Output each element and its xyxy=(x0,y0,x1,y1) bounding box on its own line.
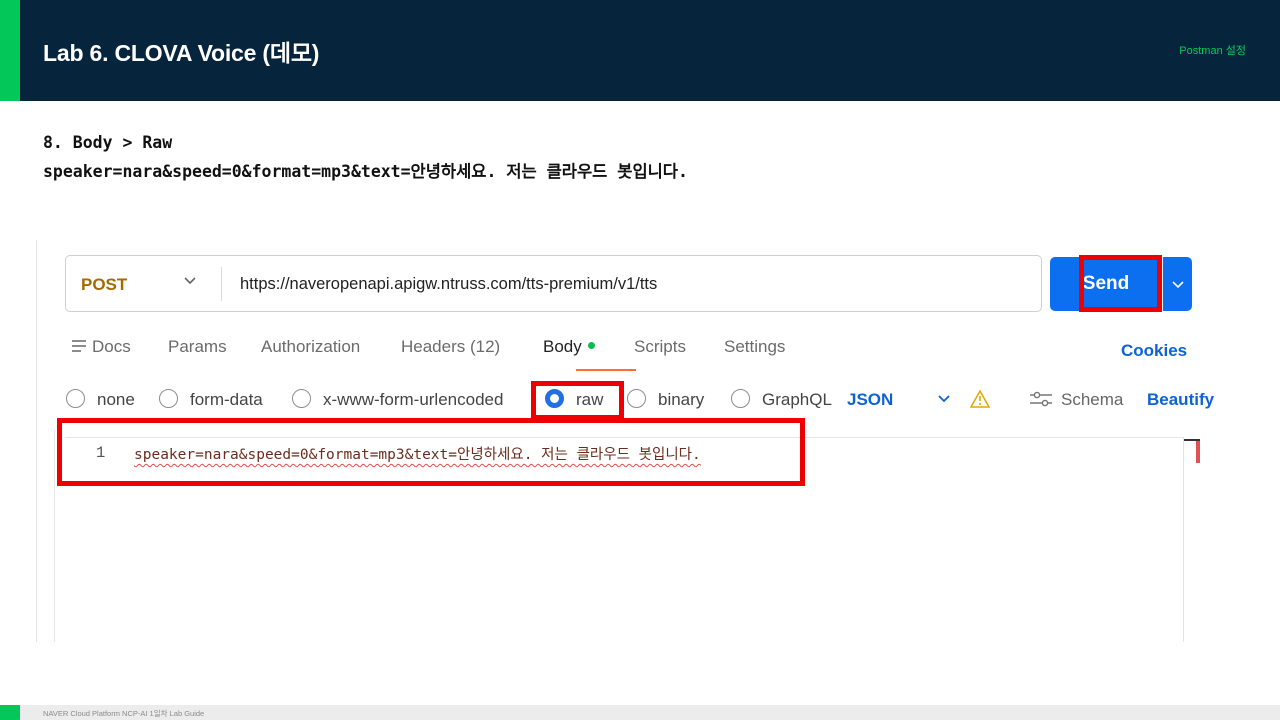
raw-format-select[interactable]: JSON xyxy=(847,390,893,410)
radio-binary-label: binary xyxy=(658,390,705,409)
scrollbar-thumb[interactable] xyxy=(1196,441,1200,463)
footer-text: NAVER Cloud Platform NCP-AI 1일차 Lab Guid… xyxy=(43,709,205,718)
schema-icon xyxy=(1030,391,1052,407)
chevron-down-icon[interactable] xyxy=(937,391,951,405)
body-mode-selector: none form-data x-www-form-urlencoded raw… xyxy=(65,387,1225,411)
tab-authorization[interactable]: Authorization xyxy=(261,337,360,357)
send-options-button[interactable] xyxy=(1163,257,1192,311)
instruction-body-text: speaker=nara&speed=0&format=mp3&text=안녕하… xyxy=(43,162,688,181)
radio-graphql[interactable] xyxy=(731,389,750,408)
beautify-button[interactable]: Beautify xyxy=(1147,390,1214,410)
chevron-down-icon xyxy=(1171,281,1184,289)
tab-headers[interactable]: Headers (12) xyxy=(401,337,500,357)
radio-none[interactable] xyxy=(66,389,85,408)
header-accent-bar xyxy=(0,0,20,101)
tab-docs[interactable]: Docs xyxy=(71,337,131,357)
request-url-bar: POST https://naveropenapi.apigw.ntruss.c… xyxy=(65,255,1042,312)
tab-settings[interactable]: Settings xyxy=(724,337,785,357)
chevron-down-icon[interactable] xyxy=(184,273,196,287)
active-tab-underline xyxy=(576,369,636,371)
body-active-dot xyxy=(587,342,595,350)
slide-title: Lab 6. CLOVA Voice (데모) xyxy=(43,40,320,66)
radio-none-label: none xyxy=(97,390,135,409)
url-separator xyxy=(221,267,222,301)
highlight-raw xyxy=(531,381,624,420)
radio-urlencoded[interactable] xyxy=(292,389,311,408)
tab-params[interactable]: Params xyxy=(168,337,227,357)
instruction-step: 8. Body > Raw xyxy=(43,133,173,152)
tab-scripts[interactable]: Scripts xyxy=(634,337,686,357)
radio-graphql-label: GraphQL xyxy=(762,390,832,409)
tab-body[interactable]: Body xyxy=(543,337,595,357)
warning-icon xyxy=(970,390,990,408)
schema-button[interactable]: Schema xyxy=(1061,390,1123,410)
editor-scrollbar-track xyxy=(1183,437,1184,642)
radio-binary[interactable] xyxy=(627,389,646,408)
panel-divider xyxy=(54,430,55,642)
highlight-body-content xyxy=(57,418,805,486)
radio-form-data-label: form-data xyxy=(190,390,263,409)
highlight-send xyxy=(1079,255,1162,312)
cookies-link[interactable]: Cookies xyxy=(1121,341,1187,361)
radio-form-data[interactable] xyxy=(159,389,178,408)
http-method-select[interactable]: POST xyxy=(81,275,127,295)
docs-icon xyxy=(72,340,86,352)
footer-accent-bar xyxy=(0,705,20,720)
radio-urlencoded-label: x-www-form-urlencoded xyxy=(323,390,504,409)
tab-docs-label: Docs xyxy=(92,337,131,356)
url-input[interactable]: https://naveropenapi.apigw.ntruss.com/tt… xyxy=(240,275,657,294)
section-tag: Postman 설정 xyxy=(1179,45,1246,57)
tab-body-label: Body xyxy=(543,337,582,356)
